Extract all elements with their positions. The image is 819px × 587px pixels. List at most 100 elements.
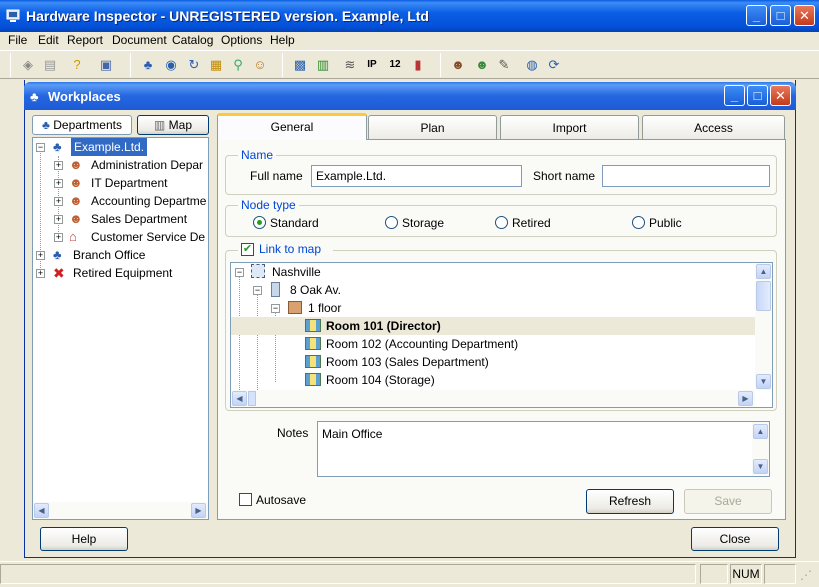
autosave-checkbox[interactable] <box>239 493 252 506</box>
network-cards-icon[interactable]: ≋ <box>341 56 359 74</box>
menu-report[interactable]: Report <box>67 33 103 47</box>
map-item-room-101[interactable]: Room 101 (Director) <box>231 317 755 335</box>
departments-tab[interactable]: ♣ Departments <box>32 115 132 135</box>
app-icon <box>6 9 20 22</box>
help-icon[interactable]: ? <box>68 56 86 74</box>
network-icon[interactable]: ♣ <box>139 56 157 74</box>
scroll-down-button[interactable]: ▼ <box>753 459 768 474</box>
scroll-right-button[interactable]: ▶ <box>738 391 753 406</box>
scroll-thumb[interactable] <box>756 281 771 311</box>
tab-access[interactable]: Access <box>642 115 785 139</box>
scroll-down-button[interactable]: ▼ <box>756 374 771 389</box>
collapse-toggle[interactable]: − <box>235 268 244 277</box>
map-tab[interactable]: ▥ Map <box>137 115 209 135</box>
expand-toggle[interactable]: + <box>54 233 63 242</box>
child-maximize-button[interactable]: □ <box>747 85 768 106</box>
radio-storage[interactable] <box>385 216 398 229</box>
tab-general[interactable]: General <box>217 113 367 140</box>
link-to-map-checkbox[interactable]: ✔ <box>241 243 254 256</box>
short-name-label: Short name <box>533 169 596 183</box>
help-button[interactable]: Help <box>40 527 128 551</box>
toolbar-group-3: ▩ ▥ ≋ IP 12 ▮ <box>282 53 432 77</box>
menu-file[interactable]: File <box>8 33 27 47</box>
tree-item-label: Retired Equipment <box>73 266 173 280</box>
map-horizontal-scrollbar[interactable]: ◀ ▶ <box>231 390 755 407</box>
statistics-icon[interactable]: ▮ <box>409 56 427 74</box>
scroll-right-button[interactable]: ▶ <box>191 503 206 518</box>
scan-icon[interactable]: ◉ <box>162 56 180 74</box>
radio-retired[interactable] <box>495 216 508 229</box>
menu-document[interactable]: Document <box>112 33 167 47</box>
radio-standard-label: Standard <box>270 216 319 230</box>
notes-label: Notes <box>277 426 309 440</box>
name-group-label: Name <box>238 148 277 162</box>
expand-toggle[interactable]: + <box>36 251 45 260</box>
user-icon[interactable]: ☻ <box>449 56 467 74</box>
autosave-label: Autosave <box>256 493 307 507</box>
full-name-field[interactable]: Example.Ltd. <box>311 165 522 187</box>
expand-toggle[interactable]: + <box>54 179 63 188</box>
expand-toggle[interactable]: + <box>54 215 63 224</box>
sync-icon[interactable]: ⟳ <box>545 56 563 74</box>
radio-public-label: Public <box>649 216 682 230</box>
menu-bar: File Edit Report Document Catalog Option… <box>0 32 819 48</box>
workplaces-titlebar: ♣ Workplaces _ □ ✕ <box>24 82 796 110</box>
resize-grip-icon[interactable]: ⋰ <box>800 568 814 582</box>
menu-catalog[interactable]: Catalog <box>172 33 213 47</box>
close-window-button[interactable]: ✕ <box>794 5 815 26</box>
collapse-toggle[interactable]: − <box>271 304 280 313</box>
menu-help[interactable]: Help <box>270 33 295 47</box>
notes-scrollbar[interactable]: ▲ ▼ <box>752 422 769 476</box>
collapse-toggle[interactable]: − <box>36 143 45 152</box>
departments-icon: ♣ <box>42 118 50 132</box>
expand-toggle[interactable]: + <box>54 197 63 206</box>
scroll-thumb[interactable] <box>248 391 256 406</box>
short-name-field[interactable] <box>602 165 770 187</box>
tools-icon[interactable]: ✎ <box>495 56 513 74</box>
scroll-left-button[interactable]: ◀ <box>34 503 49 518</box>
users-settings-icon[interactable]: ☻ <box>473 56 491 74</box>
menu-edit[interactable]: Edit <box>38 33 59 47</box>
expand-toggle[interactable]: + <box>54 161 63 170</box>
scroll-up-button[interactable]: ▲ <box>753 424 768 439</box>
maximize-button[interactable]: □ <box>770 5 791 26</box>
collapse-toggle[interactable]: − <box>253 286 262 295</box>
tree-item-label: Customer Service De <box>91 230 206 244</box>
close-button[interactable]: Close <box>691 527 779 551</box>
child-close-button[interactable]: ✕ <box>770 85 791 106</box>
refresh-button[interactable]: Refresh <box>586 489 674 514</box>
radio-public[interactable] <box>632 216 645 229</box>
globe-icon[interactable]: ◍ <box>523 56 541 74</box>
map-icon[interactable]: ▩ <box>291 56 309 74</box>
notes-field[interactable]: Main Office ▲ ▼ <box>317 421 770 477</box>
tab-import[interactable]: Import <box>500 115 639 139</box>
menu-options[interactable]: Options <box>221 33 262 47</box>
app-title: Hardware Inspector - UNREGISTERED versio… <box>26 8 429 24</box>
workplaces-icon[interactable]: ◈ <box>19 56 37 74</box>
department-icon: ☻ <box>69 211 83 226</box>
ip-icon[interactable]: IP <box>363 56 381 74</box>
tree-item-example-ltd[interactable]: − ♣ Example.Ltd. <box>33 138 208 156</box>
minimize-button[interactable]: _ <box>746 5 767 26</box>
search-icon[interactable]: ⚲ <box>229 56 247 74</box>
document-icon[interactable]: ▤ <box>41 56 59 74</box>
notes-text: Main Office <box>322 427 383 441</box>
hardware-icon[interactable]: ▥ <box>314 56 332 74</box>
tree-item-label: Branch Office <box>73 248 146 262</box>
room-icon <box>305 319 321 332</box>
scroll-left-button[interactable]: ◀ <box>232 391 247 406</box>
tree-horizontal-scrollbar[interactable]: ◀ ▶ <box>33 502 208 519</box>
expand-toggle[interactable]: + <box>36 269 45 278</box>
computers-icon[interactable]: ▦ <box>207 56 225 74</box>
child-minimize-button[interactable]: _ <box>724 85 745 106</box>
save-button[interactable]: Save <box>684 489 772 514</box>
tab-plan[interactable]: Plan <box>368 115 497 139</box>
user-search-icon[interactable]: ☺ <box>251 56 269 74</box>
map-vertical-scrollbar[interactable]: ▲ ▼ <box>755 263 772 390</box>
radio-standard[interactable] <box>253 216 266 229</box>
scroll-up-button[interactable]: ▲ <box>756 264 771 279</box>
tree-item-label: Example.Ltd. <box>71 138 148 156</box>
numbers-icon[interactable]: 12 <box>386 56 404 74</box>
window-icon[interactable]: ▣ <box>97 56 115 74</box>
refresh-icon[interactable]: ↻ <box>185 56 203 74</box>
